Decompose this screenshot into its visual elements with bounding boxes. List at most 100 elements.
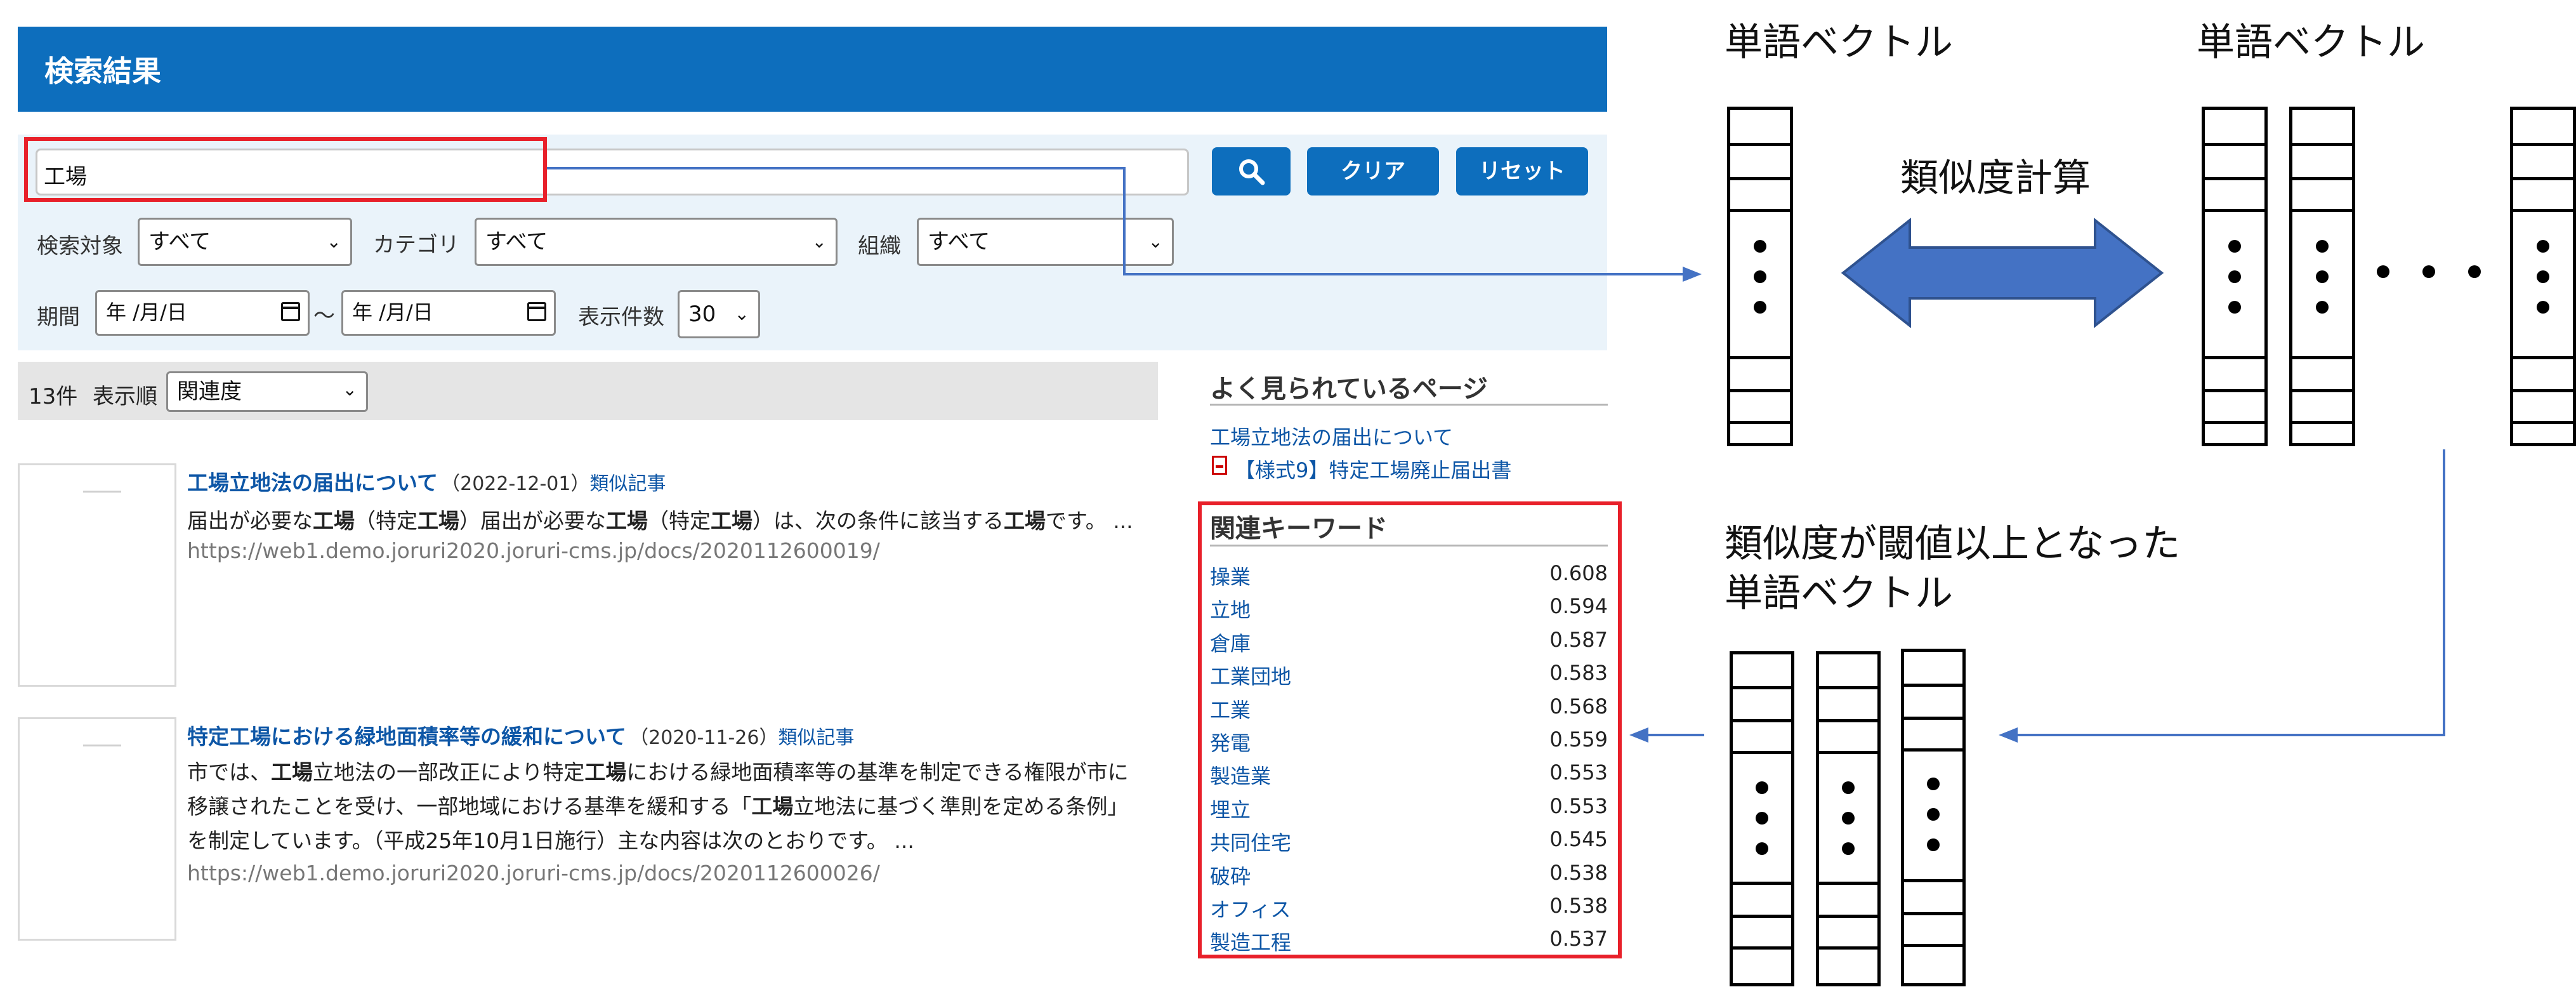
similar-articles-link[interactable]: 類似記事 — [778, 727, 854, 749]
vector-cell-divider — [1904, 684, 1962, 687]
result-title-link[interactable]: 工場立地法の届出について — [187, 470, 438, 495]
vector-dot — [2537, 240, 2549, 253]
vector-dot — [2537, 301, 2549, 314]
snippet-line: 届出が必要な工場（特定工場）届出が必要な工場（特定工場）は、次の条件に該当する工… — [187, 504, 1133, 538]
snippet-line: 移譲されたことを受け、一部地域における基準を緩和する「工場立地法に基づく準則を定… — [187, 790, 1129, 824]
date-from-input[interactable]: 年 /月/日 — [95, 290, 310, 336]
sort-label: 表示順 — [93, 384, 157, 409]
date-to-placeholder: 年 /月/日 — [352, 300, 433, 324]
query-term-highlight: 工場 — [313, 508, 355, 533]
vector-dot — [1842, 842, 1855, 855]
popular-item-link[interactable]: 工場立地法の届出について — [1210, 421, 1453, 451]
similarity-label: 類似度計算 — [1900, 156, 2091, 201]
reset-button[interactable]: リセット — [1456, 147, 1588, 195]
vector-dot — [2228, 240, 2241, 253]
snippet-text: 立地法に基づく準則を定める条例」 — [793, 794, 1129, 819]
ellipsis-dot — [2422, 265, 2435, 278]
vector-cell-divider — [1819, 751, 1877, 754]
keywords-highlight-box — [1198, 501, 1622, 958]
vector-cell-divider — [1733, 751, 1791, 754]
vector-cell-divider — [2292, 143, 2352, 146]
similarity-double-arrow — [1841, 217, 2164, 329]
result-vector-label-line1: 類似度が閾値以上となった — [1725, 522, 2181, 566]
vector-cell-divider — [1904, 717, 1962, 720]
result-thumbnail[interactable] — [18, 717, 176, 941]
target-select[interactable]: すべて ⌄ — [138, 218, 352, 266]
magnifier-icon — [1239, 159, 1265, 185]
search-button[interactable] — [1212, 147, 1291, 195]
snippet-line: 市では、工場立地法の一部改正により特定工場における緑地面積率等の基準を制定できる… — [187, 755, 1129, 790]
query-term-highlight: 工場 — [711, 508, 752, 533]
vector-cell-divider — [1819, 946, 1877, 950]
snippet-text: 移譲されたことを受け、一部地域における基準を緩和する「 — [187, 794, 752, 819]
result-url[interactable]: https://web1.demo.joruri2020.joruri-cms.… — [187, 861, 880, 885]
chevron-down-icon: ⌄ — [812, 231, 827, 252]
vector-cell-divider — [1733, 882, 1791, 885]
vector-cell-divider — [1819, 915, 1877, 918]
vector-cell-divider — [1733, 719, 1791, 722]
vector-dot — [2316, 270, 2329, 283]
vector-dot — [1927, 778, 1940, 790]
popular-heading: よく見られているページ — [1210, 374, 1488, 404]
category-select[interactable]: すべて ⌄ — [475, 218, 838, 266]
result-snippet: 市では、工場立地法の一部改正により特定工場における緑地面積率等の基準を制定できる… — [187, 755, 1129, 858]
result-vector-label-line2: 単語ベクトル — [1725, 571, 1953, 616]
snippet-text: です。 ... — [1046, 508, 1133, 533]
chevron-down-icon: ⌄ — [734, 303, 749, 324]
vector-dot — [2316, 240, 2329, 253]
vector-cell-divider — [1730, 389, 1790, 392]
vector-cell-divider — [2205, 421, 2264, 424]
similar-articles-link[interactable]: 類似記事 — [589, 473, 666, 495]
snippet-text: （特定 — [355, 508, 417, 533]
result-thumbnail[interactable] — [18, 463, 176, 687]
divider — [1210, 404, 1608, 406]
vector-dot — [1927, 808, 1940, 821]
right-vector-label: 単語ベクトル — [2197, 20, 2425, 65]
arrowhead — [1683, 267, 1702, 282]
popular-item-link[interactable]: 【様式9】特定工場廃止届出書 — [1235, 454, 1511, 484]
vector-dot — [1927, 838, 1940, 851]
vector-to-result-arrow — [2011, 449, 2445, 736]
count-select-value: 30 — [688, 301, 716, 327]
calendar-icon[interactable] — [281, 302, 300, 321]
count-select[interactable]: 30 ⌄ — [678, 290, 760, 338]
ellipsis-dot — [2377, 265, 2389, 278]
vector-dot — [2228, 301, 2241, 314]
sort-select-value: 関連度 — [177, 379, 242, 404]
category-label: カテゴリ — [373, 232, 459, 258]
word-vector — [2289, 107, 2355, 446]
vector-cell-divider — [2292, 177, 2352, 180]
snippet-text: （特定 — [648, 508, 711, 533]
result-snippet: 届出が必要な工場（特定工場）届出が必要な工場（特定工場）は、次の条件に該当する工… — [187, 504, 1133, 538]
arrowhead — [1629, 727, 1648, 743]
vector-dot — [1842, 781, 1855, 794]
pdf-icon — [1212, 456, 1227, 475]
result-date: （2022-12-01） — [441, 473, 590, 495]
results-header: 検索結果 — [18, 27, 1607, 112]
snippet-text: 市では、 — [187, 760, 271, 785]
vector-cell-divider — [2205, 389, 2264, 392]
org-select[interactable]: すべて ⌄ — [917, 218, 1174, 266]
result-count: 13件 — [29, 384, 78, 409]
target-label: 検索対象 — [37, 234, 123, 259]
date-to-input[interactable]: 年 /月/日 — [341, 290, 556, 336]
vector-cell-divider — [2292, 389, 2352, 392]
result-item: 特定工場における緑地面積率等の緩和について （2020-11-26）類似記事 — [187, 720, 854, 750]
chevron-down-icon: ⌄ — [326, 231, 341, 252]
vector-cell-divider — [2292, 356, 2352, 359]
vector-cell-divider — [2205, 209, 2264, 212]
clear-button[interactable]: クリア — [1307, 147, 1439, 195]
vector-cell-divider — [2513, 177, 2573, 180]
calendar-icon[interactable] — [527, 302, 546, 321]
snippet-line: を制定しています。（平成25年10月1日施行）主な内容は次のとおりです。 ... — [187, 824, 1129, 858]
result-title-link[interactable]: 特定工場における緑地面積率等の緩和について — [187, 724, 626, 749]
result-item: 工場立地法の届出について （2022-12-01）類似記事 — [187, 466, 666, 496]
query-term-highlight: 工場 — [584, 760, 627, 785]
vector-dot — [2537, 270, 2549, 283]
vector-cell-divider — [1904, 912, 1962, 915]
chevron-down-icon: ⌄ — [1148, 231, 1163, 252]
result-url[interactable]: https://web1.demo.joruri2020.joruri-cms.… — [187, 538, 880, 563]
vector-dot — [1756, 812, 1768, 825]
sort-select[interactable]: 関連度 ⌄ — [166, 371, 368, 412]
org-label: 組織 — [858, 234, 901, 259]
